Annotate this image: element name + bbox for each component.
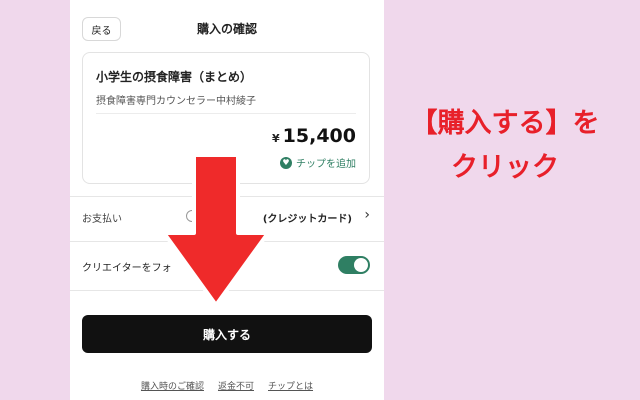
add-tip-label: チップを追加 <box>296 159 356 170</box>
product-title: 小学生の摂食障害（まとめ） <box>96 70 253 84</box>
follow-creator-label: クリエイターをフォ <box>82 263 172 274</box>
header: 戻る 購入の確認 <box>70 0 384 58</box>
follow-toggle[interactable] <box>338 256 370 274</box>
add-tip-link[interactable]: ♥ チップを追加 <box>280 155 356 170</box>
about-tip-link[interactable]: チップとは <box>268 379 313 392</box>
purchase-notes-link[interactable]: 購入時のご確認 <box>141 379 204 392</box>
toggle-knob <box>354 258 368 272</box>
divider <box>96 113 356 114</box>
product-author: 摂食障害専門カウンセラー中村綾子 <box>96 96 256 107</box>
annotation-line-1: 【購入する】を <box>410 108 600 139</box>
payment-method: (クレジットカード) <box>262 214 352 225</box>
annotation-line-2: クリック <box>451 152 559 183</box>
annotation-text: 【購入する】を クリック <box>400 102 610 190</box>
page-title: 購入の確認 <box>196 22 257 36</box>
down-arrow-icon <box>162 155 270 307</box>
heart-icon: ♥ <box>280 156 292 169</box>
no-refund-link[interactable]: 返金不可 <box>218 379 254 392</box>
buy-button[interactable]: 購入する <box>82 315 372 353</box>
price: ¥ 15,400 <box>272 125 356 147</box>
chevron-right-icon: › <box>364 207 370 223</box>
price-value: 15,400 <box>282 125 356 147</box>
payment-label: お支払い <box>82 214 122 225</box>
currency-symbol: ¥ <box>272 132 280 145</box>
footer-links: 購入時のご確認 返金不可 チップとは <box>70 379 384 392</box>
